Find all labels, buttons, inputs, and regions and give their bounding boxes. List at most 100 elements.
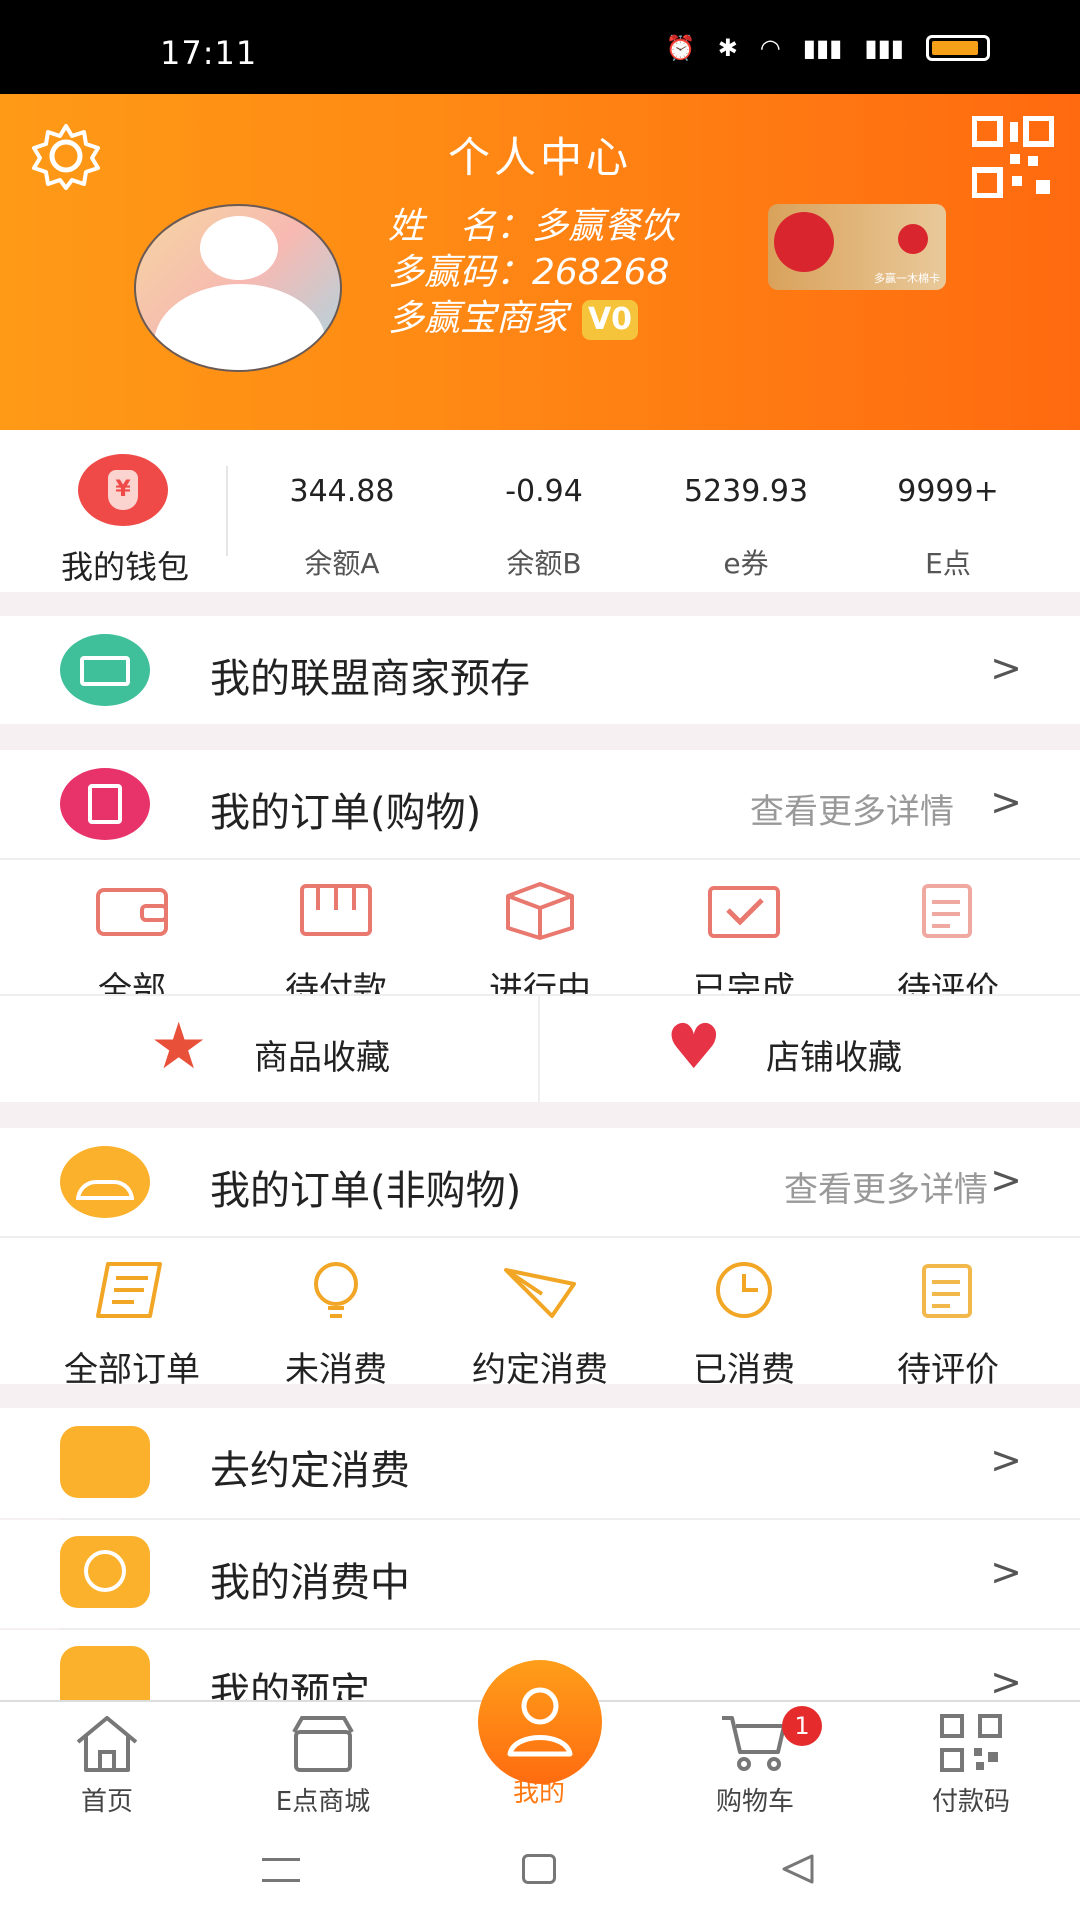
check-box-icon [708, 886, 780, 938]
to-review-button[interactable]: 待评价 [846, 1260, 1050, 1391]
all-orders-button[interactable]: 全部订单 [30, 1260, 234, 1391]
qr-code-icon [940, 1714, 1002, 1772]
vip-badge: V0 [582, 300, 639, 340]
alliance-prestore-row[interactable]: 我的联盟商家预存 > [0, 616, 1080, 724]
flower-icon [898, 224, 928, 254]
store-icon [292, 1716, 354, 1772]
shop-favorites-label: 店铺收藏 [766, 1038, 902, 1078]
nav-cart-label: 购物车 [715, 1787, 794, 1817]
clipboard-icon [60, 768, 150, 840]
nav-paycode[interactable]: 付款码 [896, 1712, 1046, 1818]
nav-paycode-label: 付款码 [931, 1787, 1010, 1817]
profile-code: 多赢码：268268 [388, 252, 670, 293]
chevron-right-icon: > [990, 646, 1022, 690]
stat-label[interactable]: 余额A [242, 542, 442, 582]
orders-nonshopping-grid: 全部订单 未消费 约定消费 已消费 待评价 [0, 1238, 1080, 1390]
shop-favorites-button[interactable]: ♥ 店铺收藏 [540, 996, 1080, 1102]
wallet-label[interactable]: 我的钱包 [40, 542, 210, 588]
see-more-link[interactable]: 查看更多详情 [750, 784, 954, 833]
signal-icon: ▮▮▮ [802, 34, 843, 62]
wifi-icon: ◠ [759, 34, 781, 62]
stat-value[interactable]: 5239.93 [646, 474, 846, 509]
consumed-label: 已消费 [693, 1350, 795, 1390]
order-to-review-button[interactable]: 待评价 [846, 880, 1050, 1011]
all-orders-label: 全部订单 [64, 1350, 200, 1390]
status-bar: 17:11 ⏰ ✱ ◠ ▮▮▮ ▮▮▮ [0, 0, 1080, 94]
profile-header: 个人中心 姓 名：多赢餐饮 多赢码：268268 多赢宝商家 V0 多赢一木棉卡 [0, 94, 1080, 430]
nav-me-button[interactable] [478, 1660, 602, 1784]
system-nav-bar [0, 1820, 1080, 1920]
member-card[interactable]: 多赢一木棉卡 [768, 204, 946, 290]
profile-info: 姓 名：多赢餐饮 多赢码：268268 多赢宝商家 V0 [388, 204, 676, 342]
nav-home[interactable]: 首页 [32, 1712, 182, 1818]
avatar[interactable] [134, 204, 342, 372]
goods-favorites-button[interactable]: ★ 商品收藏 [0, 996, 538, 1102]
battery-icon [926, 35, 990, 61]
card-text: 多赢一木棉卡 [874, 272, 940, 285]
star-icon: ★ [150, 1010, 208, 1084]
stat-value[interactable]: 9999+ [848, 474, 1048, 509]
user-icon [507, 1687, 573, 1757]
chevron-right-icon: > [990, 1550, 1022, 1594]
flower-icon [774, 212, 834, 272]
edit-note-icon [922, 1264, 972, 1318]
list-item-label: 去约定消费 [210, 1448, 410, 1494]
alliance-label: 我的联盟商家预存 [210, 656, 530, 702]
order-pending-payment-button[interactable]: 待付款 [234, 880, 438, 1011]
signal-5g-icon: ▮▮▮ [864, 34, 904, 62]
alarm-clock-icon [60, 1536, 150, 1608]
profile-type: 多赢宝商家 V0 [388, 296, 676, 342]
to-review-label: 待评价 [897, 1350, 999, 1390]
status-time: 17:11 [160, 34, 258, 72]
chevron-right-icon: > [990, 1158, 1022, 1202]
heart-icon: ♥ [666, 1010, 722, 1083]
back-icon[interactable] [780, 1852, 816, 1886]
nav-home-label: 首页 [80, 1787, 133, 1817]
home-square-icon[interactable] [522, 1854, 556, 1884]
edit-note-icon [922, 884, 972, 938]
home-icon [76, 1716, 138, 1772]
cart-badge: 1 [782, 1706, 822, 1746]
list-item-consuming[interactable]: 我的消费中 > [0, 1520, 1080, 1628]
qr-code-icon[interactable] [972, 116, 1054, 198]
scheduled-consumption-label: 约定消费 [472, 1350, 608, 1390]
stat-value[interactable]: -0.94 [444, 474, 644, 509]
status-icons: ⏰ ✱ ◠ ▮▮▮ ▮▮▮ [666, 34, 990, 62]
stat-label[interactable]: e券 [646, 542, 846, 582]
card-yuan-icon [60, 634, 150, 706]
consumed-button[interactable]: 已消费 [642, 1260, 846, 1391]
profile-name: 姓 名：多赢餐饮 [388, 206, 677, 247]
unconsumed-button[interactable]: 未消费 [234, 1260, 438, 1391]
nav-mall[interactable]: E点商城 [248, 1712, 398, 1818]
list-item-schedule-consumption[interactable]: 去约定消费 > [0, 1408, 1080, 1518]
page-title: 个人中心 [447, 133, 632, 182]
order-completed-button[interactable]: 已完成 [642, 880, 846, 1011]
paper-plane-icon [60, 1426, 150, 1498]
stat-label[interactable]: 余额B [444, 542, 644, 582]
unconsumed-label: 未消费 [285, 1350, 387, 1390]
pending-payment-icon [300, 884, 372, 936]
see-more-link[interactable]: 查看更多详情 [784, 1162, 988, 1211]
paper-plane-icon [504, 1268, 576, 1318]
scheduled-consumption-button[interactable]: 约定消费 [438, 1260, 642, 1391]
food-cover-icon [60, 1146, 150, 1218]
chevron-right-icon: > [990, 780, 1022, 824]
bluetooth-icon: ✱ [717, 34, 738, 62]
wallet-row: ¥ 我的钱包 344.88 余额A -0.94 余额B 5239.93 e券 9… [0, 430, 1080, 592]
wallet-icon [96, 888, 168, 936]
orders-nonshopping-header[interactable]: 我的订单(非购物) 查看更多详情 > [0, 1128, 1080, 1236]
goods-favorites-label: 商品收藏 [254, 1038, 390, 1078]
order-in-progress-button[interactable]: 进行中 [438, 880, 642, 1011]
stat-label[interactable]: E点 [848, 542, 1048, 582]
divider [226, 466, 228, 556]
list-item-label: 我的预定 [210, 1670, 370, 1700]
lightbulb-icon [314, 1262, 358, 1318]
orders-shopping-header[interactable]: 我的订单(购物) 查看更多详情 > [0, 750, 1080, 858]
money-bag-icon[interactable]: ¥ [78, 454, 168, 526]
orders-shopping-grid: 全部 待付款 进行中 已完成 待评价 [0, 860, 1080, 1010]
order-all-button[interactable]: 全部 [30, 880, 234, 1011]
menu-icon[interactable] [262, 1858, 300, 1882]
favorites-row: ★ 商品收藏 ♥ 店铺收藏 [0, 996, 1080, 1102]
nav-mall-label: E点商城 [275, 1787, 371, 1817]
stat-value[interactable]: 344.88 [242, 474, 442, 509]
